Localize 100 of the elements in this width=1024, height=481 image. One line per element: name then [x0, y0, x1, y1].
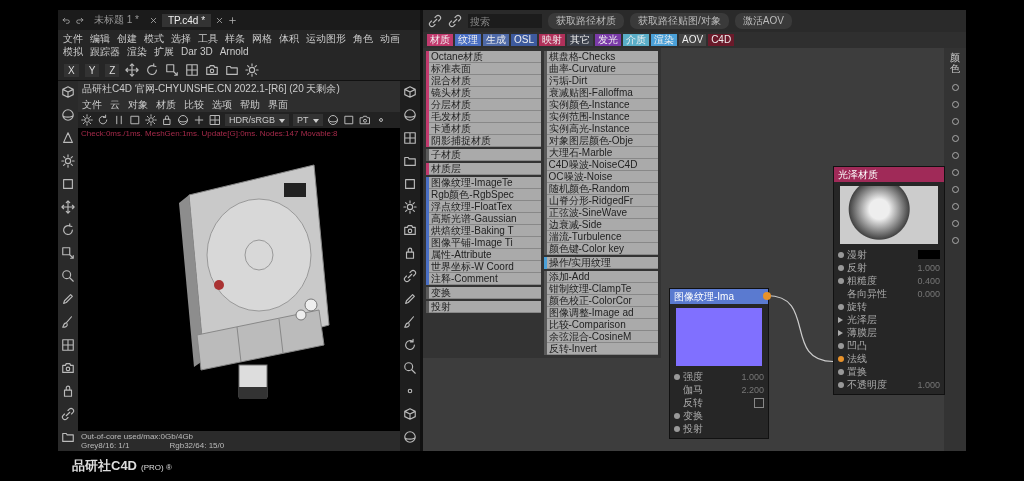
- pen-icon[interactable]: [61, 292, 75, 306]
- port-dot[interactable]: [838, 264, 844, 271]
- checkbox[interactable]: [754, 397, 764, 408]
- axis-button[interactable]: Z: [105, 63, 120, 77]
- menu-item[interactable]: Dar 3D: [181, 45, 213, 58]
- grid-tool-icon[interactable]: [185, 63, 200, 77]
- pen-icon[interactable]: [403, 292, 417, 306]
- category-tab[interactable]: 材质: [427, 34, 453, 46]
- square-icon[interactable]: [61, 177, 75, 191]
- rotate-icon[interactable]: [61, 223, 75, 237]
- lock-icon[interactable]: [61, 384, 75, 398]
- undo-icon[interactable]: [62, 15, 71, 25]
- search-icon[interactable]: [61, 269, 75, 283]
- pause-icon[interactable]: [113, 114, 125, 126]
- node-list-item[interactable]: 标准表面: [429, 63, 541, 75]
- node-list-item[interactable]: 反转-Invert: [546, 343, 658, 355]
- node-list-item[interactable]: 棋盘格-Checks: [546, 51, 658, 63]
- node-list-item[interactable]: 高斯光谱-Gaussian: [429, 213, 541, 225]
- node-list-item[interactable]: 子材质: [429, 149, 541, 161]
- node-list-item[interactable]: 分层材质: [429, 99, 541, 111]
- node-list-item[interactable]: 烘焙纹理-Baking T: [429, 225, 541, 237]
- menu-item[interactable]: 模式: [144, 32, 164, 45]
- action-button[interactable]: 激活AOV: [734, 13, 792, 29]
- node-list-item[interactable]: 图像调整-Image ad: [546, 307, 658, 319]
- port-dot[interactable]: [838, 381, 844, 388]
- node-list-item[interactable]: 镜头材质: [429, 87, 541, 99]
- node-list-item[interactable]: 图像平铺-Image Ti: [429, 237, 541, 249]
- plus-icon[interactable]: [193, 114, 205, 126]
- link-icon[interactable]: [61, 407, 75, 421]
- menu-item[interactable]: 创建: [117, 32, 137, 45]
- node-list-item[interactable]: 余弦混合-CosineM: [546, 331, 658, 343]
- square-icon[interactable]: [342, 114, 355, 126]
- grid-icon[interactable]: [209, 114, 221, 126]
- refresh-icon[interactable]: [97, 114, 109, 126]
- menu-item[interactable]: 样条: [225, 32, 245, 45]
- menu-item[interactable]: 运动图形: [306, 32, 346, 45]
- node-list-item[interactable]: 颜色键-Color key: [546, 243, 658, 255]
- link-icon[interactable]: [448, 14, 462, 28]
- camera-icon[interactable]: [205, 63, 220, 77]
- port-dot[interactable]: [674, 412, 680, 419]
- node-list-item[interactable]: 颜色校正-ColorCor: [546, 295, 658, 307]
- menu-item[interactable]: 材质: [156, 98, 176, 111]
- axis-button[interactable]: Y: [84, 63, 100, 77]
- menu-item[interactable]: 选项: [212, 98, 232, 111]
- cube-icon[interactable]: [61, 85, 75, 99]
- node-list-item[interactable]: C4D噪波-NoiseC4D: [546, 159, 658, 171]
- kernel-dropdown[interactable]: PT: [293, 114, 323, 126]
- node-list-item[interactable]: 山脊分形-RidgedFr: [546, 195, 658, 207]
- node-title[interactable]: 图像纹理-Ima: [670, 289, 768, 304]
- menu-item[interactable]: 模拟: [63, 45, 83, 58]
- menu-item[interactable]: 对象: [128, 98, 148, 111]
- menu-item[interactable]: 帮助: [240, 98, 260, 111]
- close-icon[interactable]: [215, 15, 225, 25]
- node-list-item[interactable]: OC噪波-Noise: [546, 171, 658, 183]
- node-list-item[interactable]: 随机颜色-Random: [546, 183, 658, 195]
- category-tab[interactable]: 发光: [595, 34, 621, 46]
- cube-icon[interactable]: [403, 85, 417, 99]
- node-list-item[interactable]: 属性-Attribute: [429, 249, 541, 261]
- action-button[interactable]: 获取路径材质: [548, 13, 624, 29]
- node-list-item[interactable]: 卡通材质: [429, 123, 541, 135]
- node-list-item[interactable]: 实例颜色-Instance: [546, 99, 658, 111]
- close-icon[interactable]: [149, 15, 158, 25]
- scale-icon[interactable]: [61, 246, 75, 260]
- node-list-item[interactable]: 曲率-Curvature: [546, 63, 658, 75]
- menu-item[interactable]: 渲染: [127, 45, 147, 58]
- scale-tool-icon[interactable]: [165, 63, 180, 77]
- node-list-item[interactable]: 混合材质: [429, 75, 541, 87]
- lock-icon[interactable]: [403, 246, 417, 260]
- folder-icon[interactable]: [225, 63, 240, 77]
- port-dot[interactable]: [674, 373, 680, 380]
- brush-icon[interactable]: [61, 315, 75, 329]
- node-card[interactable]: 光泽材质 漫射 反射 1.000 粗糙度 0.400 各向异性 0.000 旋转 光泽层 薄膜层 凹凸 法线 置换 不透明度 1.000: [833, 166, 945, 395]
- grid-icon[interactable]: [403, 131, 417, 145]
- node-list-item[interactable]: 实例范围-Instance: [546, 111, 658, 123]
- node-list-item[interactable]: 注释-Comment: [429, 273, 541, 285]
- port-dot[interactable]: [674, 425, 680, 432]
- axis-button[interactable]: X: [64, 63, 79, 77]
- node-list-item[interactable]: 图像纹理-ImageTe: [429, 177, 541, 189]
- cube-icon[interactable]: [403, 407, 417, 421]
- node-list-item[interactable]: 世界坐标-W Coord: [429, 261, 541, 273]
- category-tab[interactable]: OSL: [511, 34, 537, 46]
- square-icon[interactable]: [403, 177, 417, 191]
- search-field[interactable]: 搜索: [468, 14, 542, 28]
- port-dot[interactable]: [838, 355, 844, 362]
- action-button[interactable]: 获取路径贴图/对象: [630, 13, 729, 29]
- menu-item[interactable]: 扩展: [154, 45, 174, 58]
- node-list-item[interactable]: 污垢-Dirt: [546, 75, 658, 87]
- node-list-item[interactable]: 阴影捕捉材质: [429, 135, 541, 147]
- file-tab[interactable]: 未标题 1 *: [88, 12, 145, 28]
- category-tab[interactable]: 映射: [539, 34, 565, 46]
- port-value[interactable]: 0.000: [917, 288, 940, 299]
- redo-icon[interactable]: [75, 15, 84, 25]
- node-list-item[interactable]: 大理石-Marble: [546, 147, 658, 159]
- grid-icon[interactable]: [61, 338, 75, 352]
- lock-icon[interactable]: [161, 114, 173, 126]
- output-port-dot[interactable]: [763, 291, 771, 300]
- brush-icon[interactable]: [403, 315, 417, 329]
- menu-item[interactable]: 文件: [63, 32, 83, 45]
- menu-item[interactable]: 跟踪器: [90, 45, 120, 58]
- node-card[interactable]: 图像纹理-Ima 强度 1.000 伽马 2.200 反转 变换 投射: [669, 288, 769, 439]
